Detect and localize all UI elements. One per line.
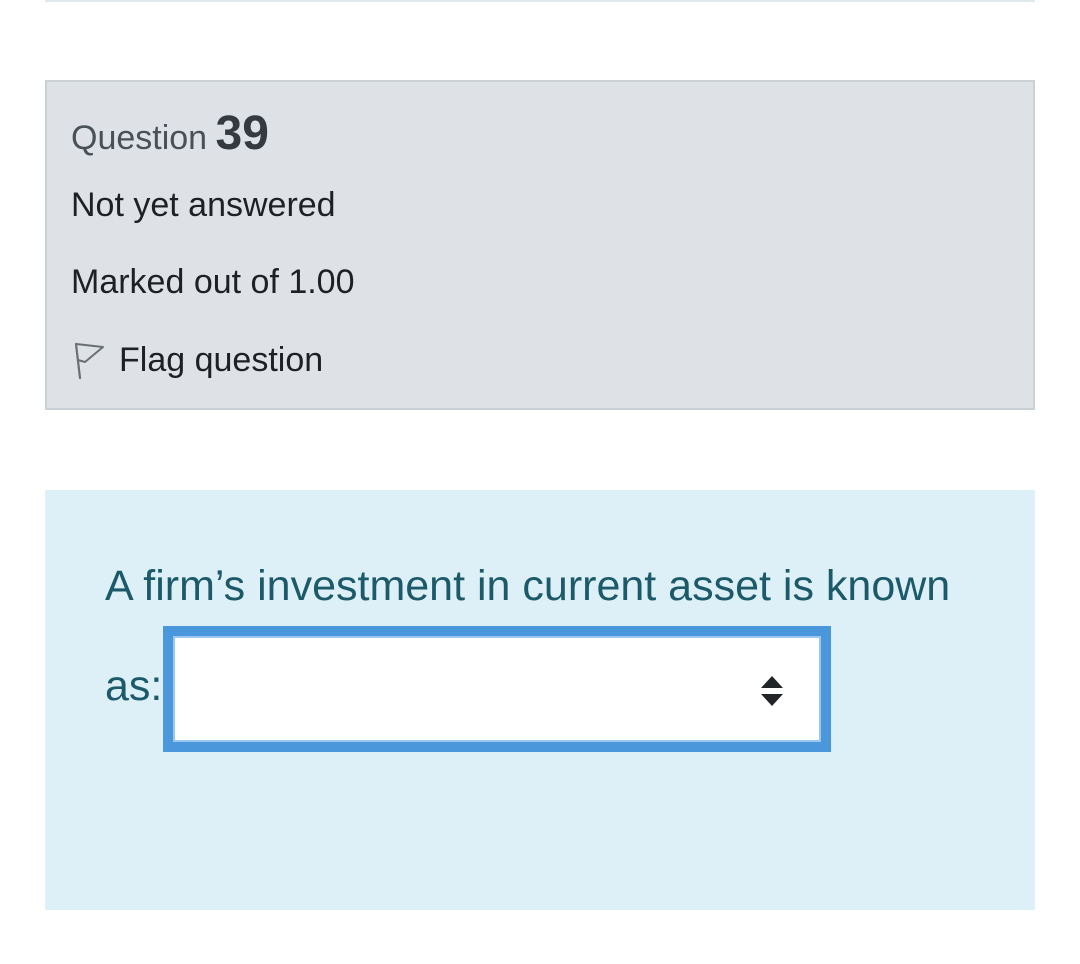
flag-icon[interactable] [71, 340, 107, 380]
flag-question-label[interactable]: Flag question [119, 341, 323, 380]
question-label: Question [71, 119, 208, 157]
question-text-continued: as: [105, 662, 163, 710]
question-info-panel: Question 39 Not yet answered Marked out … [45, 80, 1035, 410]
top-divider [45, 0, 1035, 2]
up-down-chevron-icon [759, 674, 785, 708]
answer-select-focus-ring [173, 636, 821, 742]
flag-question-link[interactable]: Flag question [71, 336, 323, 384]
question-state: Not yet answered [71, 186, 336, 224]
question-text: A firm’s investment in current asset is … [105, 562, 951, 610]
question-grade: Marked out of 1.00 [71, 263, 355, 301]
question-content: A firm’s investment in current asset is … [45, 490, 1035, 910]
answer-select[interactable] [163, 626, 831, 752]
question-heading: Question 39 [71, 106, 269, 161]
question-number: 39 [215, 107, 269, 160]
